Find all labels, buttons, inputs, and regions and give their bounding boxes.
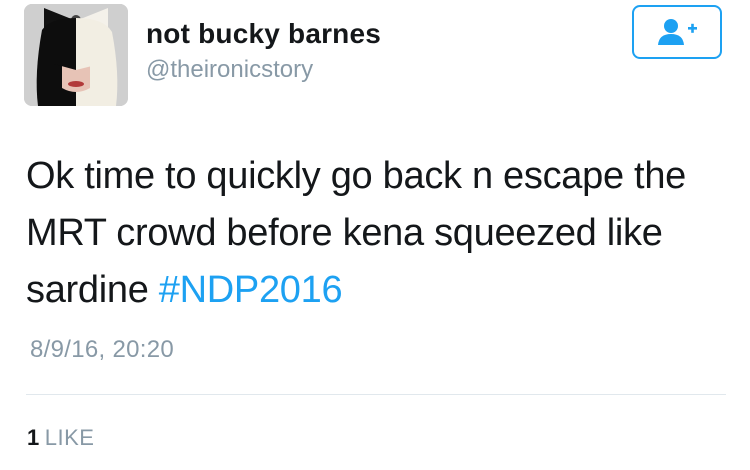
avatar-image bbox=[24, 4, 128, 106]
tweet-text: Ok time to quickly go back n escape the … bbox=[26, 148, 726, 319]
hashtag-link[interactable]: #NDP2016 bbox=[159, 269, 343, 311]
likes-count: 1 bbox=[27, 425, 40, 450]
likes-stat[interactable]: 1 LIKE bbox=[27, 425, 94, 451]
follow-user-icon bbox=[658, 19, 697, 45]
follow-button[interactable] bbox=[632, 5, 722, 59]
author-display-name[interactable]: not bucky barnes bbox=[146, 18, 381, 50]
avatar[interactable] bbox=[24, 4, 128, 106]
author-handle[interactable]: @theironicstory bbox=[146, 56, 313, 84]
divider bbox=[26, 394, 726, 395]
likes-label: LIKE bbox=[44, 425, 95, 450]
tweet-timestamp[interactable]: 8/9/16, 20:20 bbox=[30, 336, 174, 364]
tweet-body: Ok time to quickly go back n escape the … bbox=[26, 155, 686, 311]
